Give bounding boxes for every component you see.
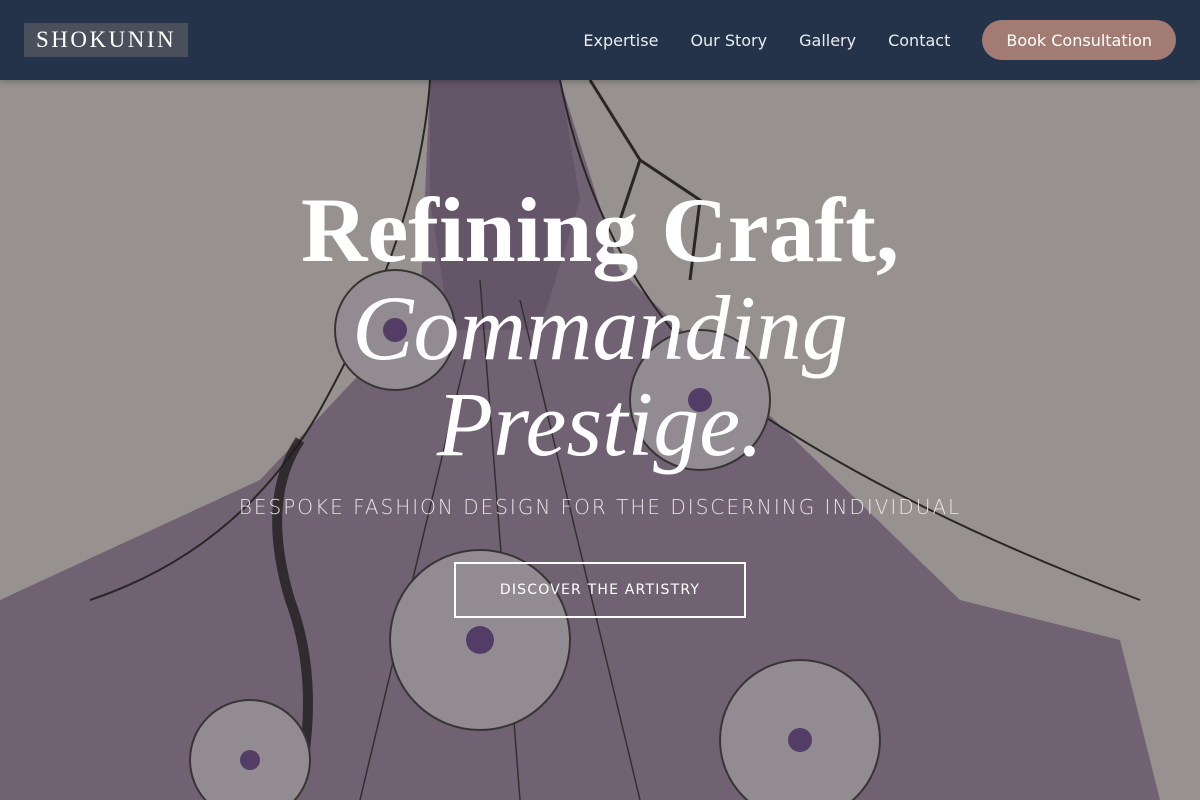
brand-logo[interactable]: SHOKUNIN — [24, 23, 189, 57]
hero-content: Refining Craft, Commanding Prestige. BES… — [0, 80, 1200, 800]
nav-link-contact[interactable]: Contact — [888, 31, 950, 50]
hero-headline-line2: Commanding — [352, 277, 848, 379]
hero-subtitle: BESPOKE FASHION DESIGN FOR THE DISCERNIN… — [238, 495, 962, 519]
hero-section: Refining Craft, Commanding Prestige. BES… — [0, 80, 1200, 800]
nav-link-expertise[interactable]: Expertise — [583, 31, 658, 50]
site-header: SHOKUNIN Expertise Our Story Gallery Con… — [0, 0, 1200, 80]
discover-artistry-button[interactable]: DISCOVER THE ARTISTRY — [454, 562, 746, 618]
nav-link-our-story[interactable]: Our Story — [690, 31, 767, 50]
hero-headline-line3: Prestige. — [436, 373, 764, 475]
nav-link-gallery[interactable]: Gallery — [799, 31, 856, 50]
hero-headline-line1: Refining Craft, — [301, 179, 899, 281]
book-consultation-button[interactable]: Book Consultation — [982, 20, 1176, 60]
main-nav: Expertise Our Story Gallery Contact Book… — [583, 0, 1176, 80]
